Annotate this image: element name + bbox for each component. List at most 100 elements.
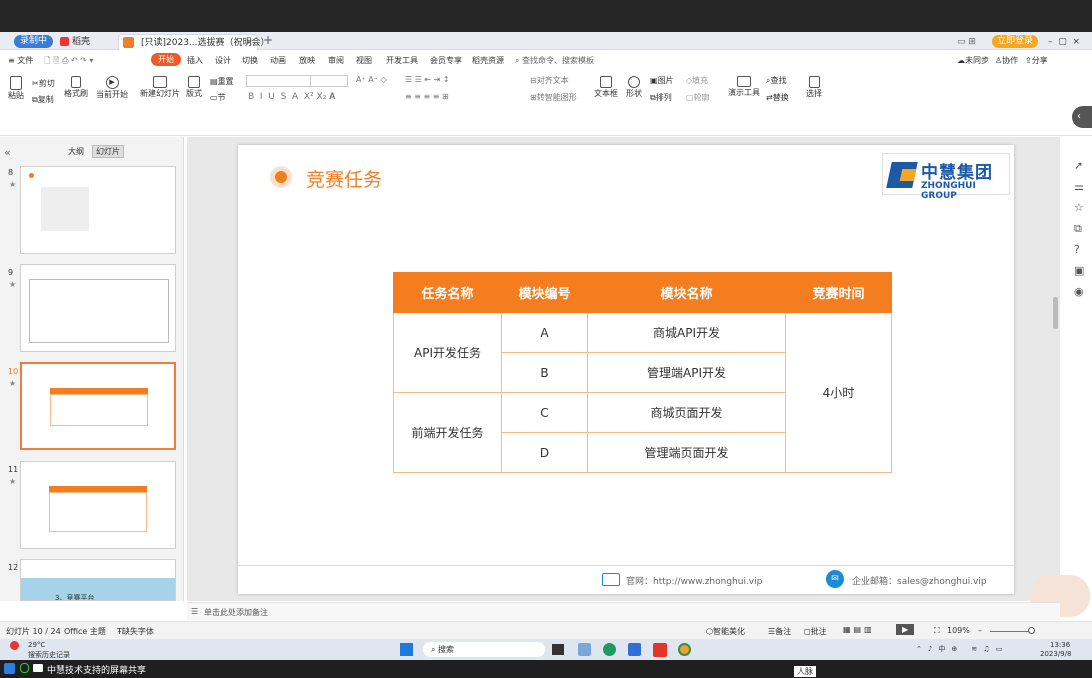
- copy-panel-icon[interactable]: ⧉: [1074, 222, 1082, 236]
- view-mode-icons[interactable]: ▦▤▥: [843, 625, 875, 634]
- tab-slides[interactable]: 幻灯片: [92, 145, 124, 158]
- chrome-icon[interactable]: [678, 643, 691, 656]
- reset-button[interactable]: ▤重置: [210, 76, 234, 87]
- menu-member[interactable]: 会员专享: [430, 55, 462, 66]
- collapse-panel-icon[interactable]: «: [4, 146, 11, 159]
- menu-insert[interactable]: 插入: [187, 55, 203, 66]
- taskbar-search[interactable]: ⌕ 搜索: [423, 642, 545, 657]
- font-size-select[interactable]: [310, 75, 348, 87]
- slide-thumbnail-8[interactable]: [20, 166, 176, 254]
- recording-badge[interactable]: 录制中: [14, 35, 54, 48]
- slide-title[interactable]: 竞赛任务: [306, 165, 382, 192]
- menu-home[interactable]: 开始: [151, 53, 181, 66]
- layout-icon[interactable]: ▭ ⊞: [957, 34, 976, 50]
- outline-button[interactable]: ▢轮廓: [686, 92, 710, 103]
- mic-icon[interactable]: [20, 663, 29, 673]
- task-table[interactable]: 任务名称 模块编号 模块名称 竞赛时间 API开发任务 A 商城API开发 4小…: [393, 272, 892, 473]
- present-tools-button[interactable]: 演示工具: [728, 76, 760, 98]
- outline-icon: ▢: [686, 93, 694, 102]
- canvas-scrollbar[interactable]: [1053, 297, 1058, 329]
- align-text-button[interactable]: ⊟对齐文本: [530, 75, 569, 86]
- status-bar: 幻灯片 10 / 24 Office 主题 Ŧ缺失字体 ⬡智能美化 ☰备注 ◻批…: [0, 621, 1092, 639]
- star-icon[interactable]: ☆: [1074, 201, 1084, 214]
- image-button[interactable]: ▣图片: [650, 75, 674, 86]
- menu-view[interactable]: 视图: [356, 55, 372, 66]
- textbox-button[interactable]: 文本框: [594, 76, 618, 99]
- quick-access-icons[interactable]: 🗋 🗎 ⎙ ↶ ↷ ▾: [44, 55, 93, 69]
- comments-button[interactable]: ◻批注: [804, 626, 827, 637]
- tab-home[interactable]: 稻壳: [60, 34, 90, 50]
- search-command[interactable]: ⌕ 查找命令、搜索模板: [515, 55, 594, 66]
- rocket-icon[interactable]: ➚: [1074, 159, 1083, 172]
- zoom-slider[interactable]: [990, 631, 1032, 632]
- arrange-button[interactable]: ⧉排列: [650, 92, 672, 103]
- collapse-side-icon[interactable]: ‹: [1072, 106, 1092, 128]
- module-cell: 商城API开发: [587, 312, 786, 353]
- menu-slideshow[interactable]: 放映: [299, 55, 315, 66]
- shape-button[interactable]: 形状: [626, 76, 642, 99]
- share-button[interactable]: ⇪分享: [1025, 55, 1048, 66]
- menu-file[interactable]: ≡ 文件: [8, 55, 33, 66]
- close-tab-icon[interactable]: ×: [245, 35, 253, 51]
- paste-button[interactable]: 粘贴: [8, 76, 24, 101]
- fill-button[interactable]: ◇填充: [686, 75, 708, 86]
- slide-thumbnail-9[interactable]: [20, 264, 176, 352]
- slide-thumbnail-10[interactable]: [20, 362, 176, 450]
- replace-button[interactable]: ⇄替换: [766, 92, 789, 103]
- zoom-level[interactable]: 109%: [947, 626, 970, 635]
- menu-transition[interactable]: 切换: [242, 55, 258, 66]
- smart-beautify-button[interactable]: ⬡智能美化: [706, 626, 745, 637]
- smart-graphic-button[interactable]: ⊞转智能图形: [530, 92, 577, 103]
- new-slide-button[interactable]: 新建幻灯片: [140, 76, 180, 99]
- weather-temp[interactable]: 29°C: [28, 641, 45, 649]
- align-text-label: 对齐文本: [536, 76, 569, 85]
- new-tab-icon[interactable]: +: [263, 32, 273, 48]
- slide[interactable]: 竞赛任务 中慧集团 ZHONGHUI GROUP 任务名称 模块编号 模块名称 …: [238, 145, 1014, 594]
- fit-icon[interactable]: ⛶: [934, 626, 940, 636]
- menu-design[interactable]: 设计: [215, 55, 231, 66]
- sync-status[interactable]: ☁未同步: [957, 55, 989, 66]
- image-panel-icon[interactable]: ▣: [1074, 264, 1084, 277]
- find-button[interactable]: ⌕查找: [766, 75, 786, 86]
- tray-icons[interactable]: ⌃♪中⊕ ≋♫▭: [916, 644, 1008, 654]
- tab-outline[interactable]: 大纲: [68, 146, 84, 157]
- header-module-code: 模块编号: [501, 272, 588, 313]
- paragraph-buttons[interactable]: ☰ ☰ ⇤ ⇥ ↕: [405, 75, 450, 84]
- font-size-adjust[interactable]: A⁺ A⁻ ◇: [356, 75, 387, 84]
- menu-developer[interactable]: 开发工具: [386, 55, 418, 66]
- play-slideshow-icon[interactable]: ▶: [896, 624, 915, 635]
- browser-icon[interactable]: [603, 643, 616, 656]
- tab-document[interactable]: [只读]2023...选拔赛（祝明会） ×: [118, 34, 270, 51]
- layout-button[interactable]: 版式: [186, 76, 202, 99]
- windows-start-icon[interactable]: [400, 643, 413, 656]
- slide-thumbnail-12[interactable]: 3、竞赛平台: [20, 559, 176, 601]
- slide-thumbnail-11[interactable]: [20, 461, 176, 549]
- window-controls[interactable]: – ▢ ×: [1048, 34, 1080, 50]
- wps-icon[interactable]: [653, 643, 667, 657]
- select-button[interactable]: 选择: [806, 76, 822, 99]
- section-button[interactable]: ▭节: [210, 92, 226, 103]
- location-icon[interactable]: ◉: [1074, 285, 1084, 298]
- menu-docer[interactable]: 稻壳资源: [472, 55, 504, 66]
- login-button[interactable]: 立即登录: [992, 35, 1039, 48]
- smart-graphic-label: 转智能图形: [536, 93, 577, 102]
- remarks-button[interactable]: ☰备注: [768, 626, 791, 637]
- format-painter-button[interactable]: 格式刷: [64, 76, 88, 99]
- cut-button[interactable]: ✂剪切: [32, 78, 55, 89]
- collaborate-button[interactable]: ♙协作: [995, 55, 1018, 66]
- meeting-icon[interactable]: [628, 643, 641, 656]
- help-icon[interactable]: ?: [1074, 243, 1080, 256]
- notes-bar[interactable]: ☰ 单击此处添加备注: [187, 602, 1060, 620]
- missing-font-button[interactable]: Ŧ缺失字体: [117, 626, 154, 637]
- sliders-icon[interactable]: ⚌: [1074, 180, 1084, 193]
- app-icon[interactable]: [578, 643, 591, 656]
- font-style-buttons[interactable]: B I U S A X² X₂ 𝐀: [248, 92, 335, 102]
- menu-review[interactable]: 审阅: [328, 55, 344, 66]
- play-current-button[interactable]: ▶ 当前开始: [96, 76, 128, 100]
- copy-button[interactable]: ⧉复制: [32, 94, 54, 105]
- taskview-icon[interactable]: [552, 644, 564, 655]
- align-buttons[interactable]: ≡ ≡ ≡ ≡ ⊞: [405, 92, 449, 101]
- zoom-slider-thumb[interactable]: [1028, 627, 1035, 634]
- zoom-out-icon[interactable]: –: [978, 626, 982, 635]
- menu-animation[interactable]: 动画: [270, 55, 286, 66]
